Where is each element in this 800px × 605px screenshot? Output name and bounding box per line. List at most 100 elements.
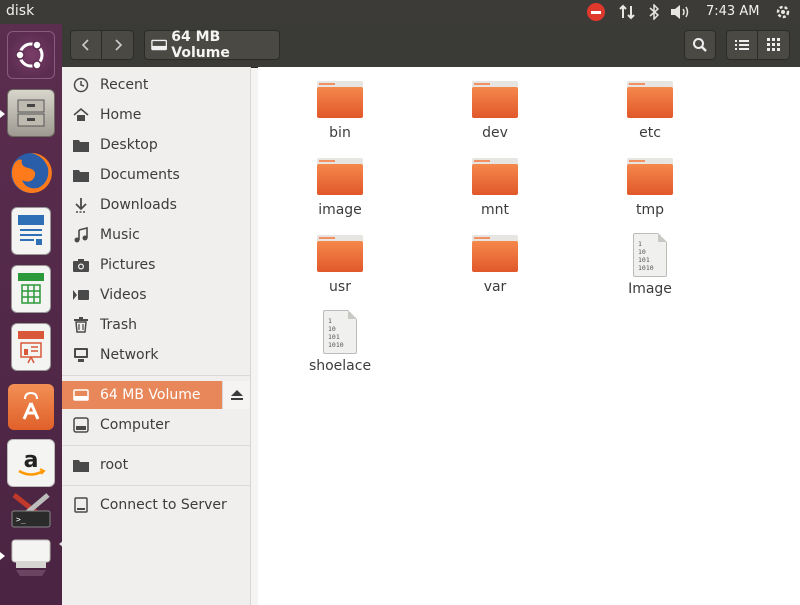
folder-icon xyxy=(72,456,90,474)
software-center-icon[interactable] xyxy=(4,380,58,434)
eject-icon xyxy=(230,390,243,400)
sidebar-item-label: Pictures xyxy=(100,257,156,273)
binary-file-icon: 1 10 101 1010 xyxy=(633,233,667,277)
folder-item[interactable]: etc xyxy=(595,77,705,153)
sidebar-item-label: Connect to Server xyxy=(100,497,227,513)
back-button[interactable] xyxy=(70,30,102,60)
folder-icon xyxy=(472,235,518,275)
list-view-button[interactable] xyxy=(726,30,758,60)
places-sidebar: Recent Home Desktop Documents Downloads … xyxy=(62,67,251,605)
sidebar-item-label: Home xyxy=(100,107,142,123)
folder-icon xyxy=(317,235,363,275)
chevron-right-icon xyxy=(114,39,122,51)
binary-glyph: 1 10 101 1010 xyxy=(328,317,344,349)
sidebar-item-trash[interactable]: Trash xyxy=(62,311,250,339)
folder-icon xyxy=(472,158,518,198)
path-bar-button[interactable]: 64 MB Volume xyxy=(144,29,280,61)
sidebar-item-label: Music xyxy=(100,227,140,243)
sidebar-item-network[interactable]: Network xyxy=(62,341,250,369)
video-icon xyxy=(72,286,90,304)
file-item[interactable]: 1 10 101 1010 Image xyxy=(595,231,705,307)
network-icon xyxy=(72,346,90,364)
folder-icon xyxy=(627,158,673,198)
folder-item[interactable]: image xyxy=(285,154,395,230)
sidebar-item-64mb-volume[interactable]: 64 MB Volume xyxy=(62,381,250,409)
sidebar-item-home[interactable]: Home xyxy=(62,101,250,129)
clock[interactable]: 7:43 AM xyxy=(706,4,759,19)
download-icon xyxy=(72,196,90,214)
folder-icon xyxy=(72,166,90,184)
bluetooth-icon[interactable] xyxy=(646,0,662,24)
sidebar-item-label: Desktop xyxy=(100,137,158,153)
path-label: 64 MB Volume xyxy=(171,29,230,61)
file-name: shoelace xyxy=(308,358,372,374)
file-name: usr xyxy=(329,279,351,295)
folder-item[interactable]: bin xyxy=(285,77,395,153)
sidebar-item-computer[interactable]: Computer xyxy=(62,411,250,439)
sidebar-item-connect-to-server[interactable]: Connect to Server xyxy=(62,491,250,519)
sidebar-item-label: Network xyxy=(100,347,159,363)
server-icon xyxy=(72,496,90,514)
forward-button[interactable] xyxy=(102,30,134,60)
launcher: a >_ xyxy=(0,24,64,605)
file-item[interactable]: 1 10 101 1010 shoelace xyxy=(285,308,395,384)
trash-icon xyxy=(72,316,90,334)
drive-icon xyxy=(151,39,168,51)
folder-item[interactable]: usr xyxy=(285,231,395,307)
folder-icon xyxy=(72,136,90,154)
chevron-left-icon xyxy=(81,39,89,51)
drive-icon xyxy=(72,386,90,404)
list-icon xyxy=(735,40,749,50)
folder-item[interactable]: tmp xyxy=(595,154,705,230)
sidebar-item-root[interactable]: root xyxy=(62,451,250,479)
network-updown-icon[interactable] xyxy=(616,0,638,24)
calc-spreadsheet-icon[interactable] xyxy=(4,262,58,316)
writer-document-icon[interactable] xyxy=(4,204,58,258)
sidebar-item-downloads[interactable]: Downloads xyxy=(62,191,250,219)
file-name: Image xyxy=(628,281,672,297)
file-cabinet-icon[interactable] xyxy=(4,86,58,140)
removable-drive-icon[interactable] xyxy=(4,528,58,582)
grid-icon xyxy=(766,38,780,51)
firefox-icon[interactable] xyxy=(4,146,58,200)
sidebar-item-label: Documents xyxy=(100,167,180,183)
svg-text:>_: >_ xyxy=(16,515,26,524)
sidebar-item-label: Recent xyxy=(100,77,149,93)
folder-item[interactable]: var xyxy=(440,231,550,307)
folder-item[interactable]: dev xyxy=(440,77,550,153)
sidebar-item-label: Downloads xyxy=(100,197,177,213)
running-indicator xyxy=(0,552,5,560)
sidebar-item-label: root xyxy=(100,457,129,473)
search-button[interactable] xyxy=(684,30,716,60)
gear-icon[interactable] xyxy=(772,0,794,24)
sidebar-item-music[interactable]: Music xyxy=(62,221,250,249)
folder-icon xyxy=(627,81,673,121)
running-indicator xyxy=(0,110,5,118)
header-bar: 64 MB Volume xyxy=(62,24,800,68)
sidebar-separator xyxy=(62,485,250,486)
amazon-icon[interactable]: a xyxy=(4,436,58,490)
folder-icon xyxy=(317,81,363,121)
volume-icon[interactable] xyxy=(669,0,693,24)
sidebar-item-pictures[interactable]: Pictures xyxy=(62,251,250,279)
eject-button[interactable] xyxy=(222,381,250,409)
sidebar-item-documents[interactable]: Documents xyxy=(62,161,250,189)
file-name: tmp xyxy=(635,202,664,218)
ubuntu-dash-icon[interactable] xyxy=(4,28,58,82)
sidebar-item-videos[interactable]: Videos xyxy=(62,281,250,309)
sidebar-item-desktop[interactable]: Desktop xyxy=(62,131,250,159)
folder-item[interactable]: mnt xyxy=(440,154,550,230)
file-icon-view[interactable]: bin dev etc image mnt tmp usr var 1 10 1… xyxy=(258,67,800,605)
impress-presentation-icon[interactable] xyxy=(4,320,58,374)
sidebar-separator xyxy=(62,445,250,446)
sidebar-item-recent[interactable]: Recent xyxy=(62,71,250,99)
file-manager-window: 64 MB Volume Recent Home Desktop Documen… xyxy=(62,24,800,605)
svg-text:a: a xyxy=(24,448,39,473)
home-icon xyxy=(72,106,90,124)
file-name: etc xyxy=(639,125,661,141)
file-name: bin xyxy=(329,125,351,141)
clock-icon xyxy=(72,76,90,94)
binary-glyph: 1 10 101 1010 xyxy=(638,240,654,272)
grid-view-button[interactable] xyxy=(758,30,790,60)
stop-indicator-icon[interactable] xyxy=(585,0,607,24)
